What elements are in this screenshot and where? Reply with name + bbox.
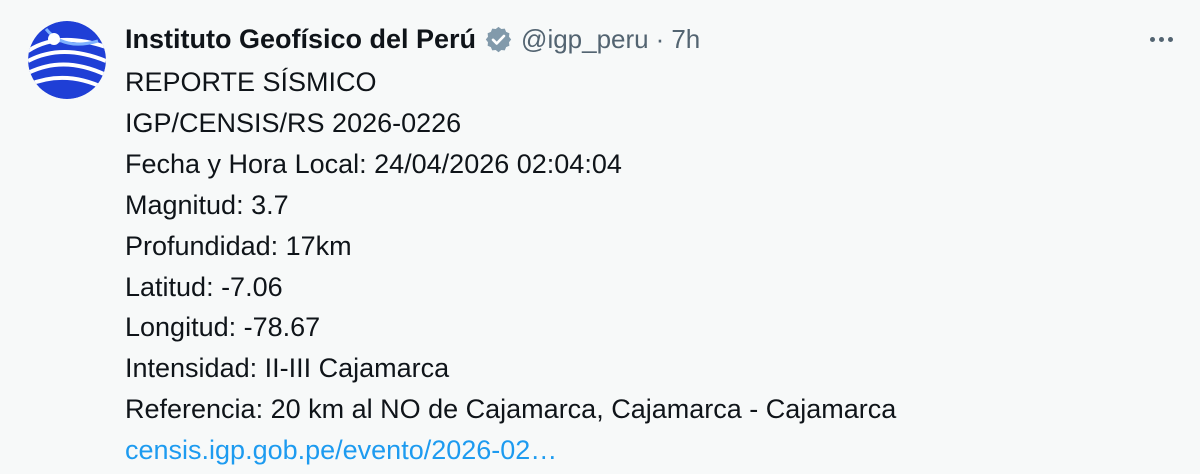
text-line: Fecha y Hora Local: 24/04/2026 02:04:04 bbox=[125, 148, 622, 179]
text-line: Longitud: -78.67 bbox=[125, 312, 321, 343]
text-line: Referencia: 20 km al NO de Cajamarca, Ca… bbox=[125, 394, 897, 425]
post-time[interactable]: 7h bbox=[671, 24, 700, 55]
author-name[interactable]: Instituto Geofísico del Perú bbox=[125, 24, 476, 55]
author-handle[interactable]: @igp_peru bbox=[521, 24, 649, 55]
more-options-icon[interactable] bbox=[1144, 24, 1178, 54]
separator-dot: · bbox=[655, 23, 665, 54]
text-line: IGP/CENSIS/RS 2026-0226 bbox=[125, 107, 462, 138]
tweet: Instituto Geofísico del Perú @igp_peru ·… bbox=[0, 0, 1200, 474]
text-line: Magnitud: 3.7 bbox=[125, 189, 289, 220]
text-line: Profundidad: 17km bbox=[125, 230, 352, 261]
event-link[interactable]: censis.igp.gob.pe/evento/2026-02… bbox=[125, 430, 1175, 471]
verified-badge-icon[interactable] bbox=[484, 25, 513, 54]
igp-logo-icon bbox=[28, 21, 106, 99]
text-line: Intensidad: II-III Cajamarca bbox=[125, 353, 450, 384]
text-line: Latitud: -7.06 bbox=[125, 271, 283, 302]
text-line: REPORTE SÍSMICO bbox=[125, 67, 377, 97]
tweet-header: Instituto Geofísico del Perú @igp_peru ·… bbox=[125, 22, 700, 56]
tweet-text: REPORTE SÍSMICO IGP/CENSIS/RS 2026-0226 … bbox=[125, 62, 1175, 471]
avatar[interactable] bbox=[28, 21, 106, 99]
